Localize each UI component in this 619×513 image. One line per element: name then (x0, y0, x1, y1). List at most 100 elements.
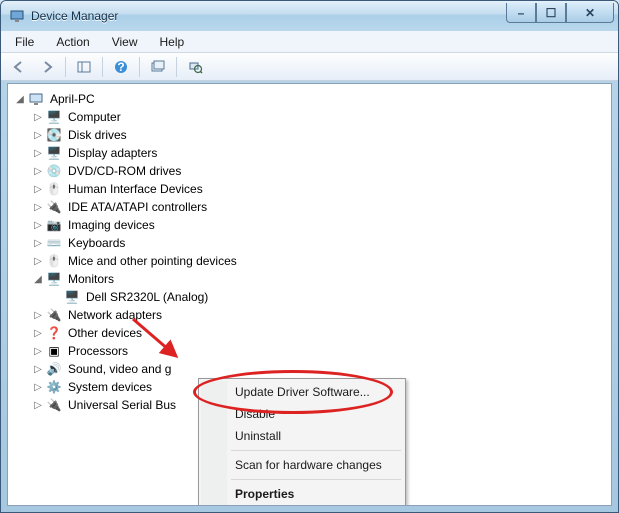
ctx-separator (231, 450, 401, 451)
expand-icon[interactable]: ▷ (32, 346, 44, 357)
imaging-icon: 📷 (46, 217, 62, 233)
tree-label: Imaging devices (66, 217, 157, 233)
menu-help[interactable]: Help (150, 33, 195, 51)
expand-icon[interactable]: ▷ (32, 238, 44, 249)
menu-view[interactable]: View (102, 33, 148, 51)
separator (139, 57, 140, 77)
ctx-update-driver[interactable]: Update Driver Software... (201, 381, 403, 403)
expand-icon[interactable]: ▷ (32, 166, 44, 177)
show-hide-tree-button[interactable] (72, 56, 96, 78)
tree-item-keyboard[interactable]: ▷⌨️Keyboards (12, 234, 607, 252)
tree-item-monitors[interactable]: ◢🖥️Monitors (12, 270, 607, 288)
tree-item-dvd[interactable]: ▷💿DVD/CD-ROM drives (12, 162, 607, 180)
expand-icon[interactable]: ▷ (32, 220, 44, 231)
hid-icon: 🖱️ (46, 181, 62, 197)
tree-item-mice[interactable]: ▷🖱️Mice and other pointing devices (12, 252, 607, 270)
expand-icon[interactable]: ▷ (32, 202, 44, 213)
refresh-button[interactable] (183, 56, 207, 78)
tree-item-display[interactable]: ▷🖥️Display adapters (12, 144, 607, 162)
tree-label: IDE ATA/ATAPI controllers (66, 199, 209, 215)
expand-icon[interactable]: ▷ (32, 148, 44, 159)
window-buttons: – ☐ ✕ (506, 3, 614, 23)
keyboard-icon: ⌨️ (46, 235, 62, 251)
toolbar: ? (1, 53, 618, 81)
tree-label: DVD/CD-ROM drives (66, 163, 183, 179)
expand-icon[interactable]: ▷ (32, 382, 44, 393)
svg-text:?: ? (117, 60, 124, 74)
titlebar[interactable]: Device Manager – ☐ ✕ (1, 1, 618, 31)
ctx-separator (231, 479, 401, 480)
disk-icon: 💽 (46, 127, 62, 143)
window-title: Device Manager (31, 9, 506, 23)
tree-label: Other devices (66, 325, 144, 341)
expand-icon[interactable]: ▷ (32, 310, 44, 321)
tree-item-sound[interactable]: ▷🔊Sound, video and g (12, 360, 607, 378)
ctx-uninstall[interactable]: Uninstall (201, 425, 403, 447)
tree-label: Sound, video and g (66, 361, 173, 377)
ctx-disable[interactable]: Disable (201, 403, 403, 425)
tree-label: Display adapters (66, 145, 159, 161)
other-icon: ❓ (46, 325, 62, 341)
sound-icon: 🔊 (46, 361, 62, 377)
device-tree[interactable]: ◢ April-PC ▷🖥️Computer ▷💽Disk drives ▷🖥️… (8, 84, 611, 420)
minimize-button[interactable]: – (506, 3, 536, 23)
display-icon: 🖥️ (46, 145, 62, 161)
tree-label: April-PC (48, 91, 97, 107)
forward-button[interactable] (35, 56, 59, 78)
menubar: File Action View Help (1, 31, 618, 53)
tree-pane: ◢ April-PC ▷🖥️Computer ▷💽Disk drives ▷🖥️… (7, 83, 612, 506)
tree-item-monitor-device[interactable]: 🖥️Dell SR2320L (Analog) (12, 288, 607, 306)
ctx-properties[interactable]: Properties (201, 483, 403, 505)
tree-item-hid[interactable]: ▷🖱️Human Interface Devices (12, 180, 607, 198)
tree-root[interactable]: ◢ April-PC (12, 90, 607, 108)
pc-icon (28, 91, 44, 107)
system-icon: ⚙️ (46, 379, 62, 395)
expand-icon[interactable]: ▷ (32, 400, 44, 411)
ide-icon: 🔌 (46, 199, 62, 215)
expand-icon[interactable]: ▷ (32, 112, 44, 123)
tree-label: Disk drives (66, 127, 129, 143)
help-button[interactable]: ? (109, 56, 133, 78)
tree-label: Processors (66, 343, 130, 359)
cpu-icon: ▣ (46, 343, 62, 359)
tree-item-other[interactable]: ▷❓Other devices (12, 324, 607, 342)
tree-item-imaging[interactable]: ▷📷Imaging devices (12, 216, 607, 234)
device-manager-window: Device Manager – ☐ ✕ File Action View He… (0, 0, 619, 513)
tree-label: System devices (66, 379, 154, 395)
tree-item-processors[interactable]: ▷▣Processors (12, 342, 607, 360)
expand-icon[interactable]: ▷ (32, 328, 44, 339)
tree-item-disk[interactable]: ▷💽Disk drives (12, 126, 607, 144)
menu-file[interactable]: File (5, 33, 44, 51)
tree-item-ide[interactable]: ▷🔌IDE ATA/ATAPI controllers (12, 198, 607, 216)
tree-label: Monitors (66, 271, 116, 287)
app-icon (9, 8, 25, 24)
collapse-icon[interactable]: ◢ (14, 94, 26, 105)
maximize-button[interactable]: ☐ (536, 3, 566, 23)
close-button[interactable]: ✕ (566, 3, 614, 23)
tree-item-computer[interactable]: ▷🖥️Computer (12, 108, 607, 126)
tree-label: Computer (66, 109, 123, 125)
tree-label: Network adapters (66, 307, 164, 323)
tree-label: Universal Serial Bus (66, 397, 178, 413)
context-menu: Update Driver Software... Disable Uninst… (198, 378, 406, 506)
back-button[interactable] (7, 56, 31, 78)
monitor-icon: 🖥️ (46, 271, 62, 287)
separator (102, 57, 103, 77)
usb-icon: 🔌 (46, 397, 62, 413)
expand-icon[interactable]: ▷ (32, 256, 44, 267)
expand-icon[interactable]: ▷ (32, 364, 44, 375)
tree-label: Dell SR2320L (Analog) (84, 289, 210, 305)
expand-icon[interactable]: ▷ (32, 130, 44, 141)
ctx-scan-hardware[interactable]: Scan for hardware changes (201, 454, 403, 476)
mouse-icon: 🖱️ (46, 253, 62, 269)
tree-label: Mice and other pointing devices (66, 253, 239, 269)
dvd-icon: 💿 (46, 163, 62, 179)
separator (65, 57, 66, 77)
expand-icon[interactable]: ▷ (32, 184, 44, 195)
tree-label: Keyboards (66, 235, 127, 251)
collapse-icon[interactable]: ◢ (32, 274, 44, 285)
scan-button[interactable] (146, 56, 170, 78)
separator (176, 57, 177, 77)
tree-item-network[interactable]: ▷🔌Network adapters (12, 306, 607, 324)
menu-action[interactable]: Action (46, 33, 99, 51)
